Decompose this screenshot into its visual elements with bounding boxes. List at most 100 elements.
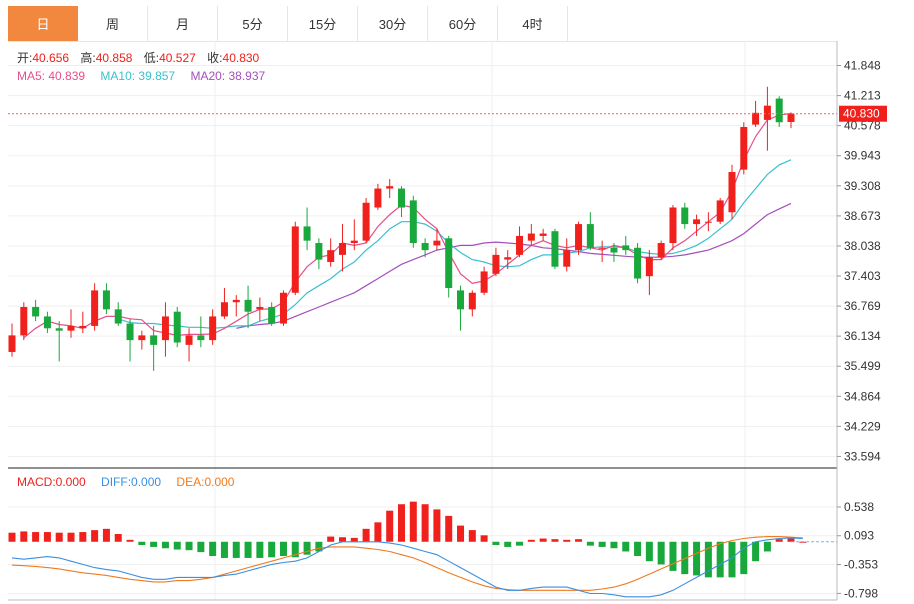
- candle: [398, 186, 405, 217]
- candle-body: [610, 247, 618, 253]
- candle: [338, 224, 346, 272]
- macd-y-tick-label: 0.093: [844, 529, 874, 543]
- macd-y-tick-label: -0.798: [844, 586, 878, 600]
- candle: [516, 226, 524, 258]
- candle: [634, 243, 642, 284]
- candle-body: [409, 200, 417, 244]
- candle: [185, 328, 193, 362]
- candle-body: [480, 271, 488, 293]
- price-chart[interactable]: 41.84841.21340.57839.94339.30838.67338.0…: [0, 0, 914, 604]
- candle-body: [787, 113, 795, 122]
- macd-bar: [716, 541, 724, 578]
- candle: [622, 235, 630, 255]
- candle-body: [586, 224, 594, 248]
- macd-bar: [43, 532, 51, 542]
- macd-bar: [114, 534, 122, 542]
- y-tick-label: 37.403: [844, 269, 881, 283]
- candle-body: [315, 243, 323, 260]
- candle-body: [91, 290, 99, 326]
- y-tick-label: 38.038: [844, 239, 881, 253]
- candle-body: [173, 311, 181, 343]
- y-tick-label: 39.943: [844, 149, 881, 163]
- macd-bar: [586, 541, 594, 546]
- y-tick-label: 41.848: [844, 59, 881, 73]
- macd-bar: [374, 522, 382, 542]
- macd-y-tick-label: -0.353: [844, 558, 878, 572]
- y-tick-label: 36.769: [844, 299, 881, 313]
- macd-histogram: [8, 501, 837, 578]
- candle-body: [197, 335, 205, 341]
- candle-body: [350, 240, 358, 244]
- candle-body: [8, 335, 16, 352]
- candle: [374, 183, 382, 210]
- macd-bar: [516, 541, 524, 546]
- candle-body: [657, 243, 665, 258]
- candle: [173, 306, 181, 348]
- candle-body: [43, 316, 51, 329]
- candle: [563, 238, 571, 272]
- candle: [220, 288, 228, 319]
- candle-body: [445, 238, 453, 289]
- macd-bar: [209, 541, 217, 556]
- candle: [43, 311, 51, 334]
- candle: [740, 122, 748, 175]
- candle-body: [551, 231, 559, 267]
- candle: [386, 179, 394, 199]
- candle: [728, 164, 736, 220]
- candle-body: [161, 316, 169, 341]
- candle: [575, 221, 583, 255]
- candle-body: [468, 292, 476, 310]
- macd-bar: [338, 537, 346, 542]
- macd-bar: [492, 541, 500, 545]
- y-tick-label: 35.499: [844, 359, 881, 373]
- candle-body: [150, 335, 158, 345]
- candle-body: [291, 226, 299, 293]
- macd-bar: [551, 539, 559, 542]
- candle: [8, 323, 16, 357]
- macd-bar: [362, 528, 370, 542]
- candle: [468, 290, 476, 317]
- candle-body: [681, 207, 689, 225]
- macd-bar: [445, 515, 453, 542]
- candle-body: [598, 247, 606, 249]
- macd-bar: [268, 541, 276, 558]
- candle: [161, 302, 169, 357]
- macd-bar: [598, 541, 606, 547]
- macd-bar: [79, 532, 87, 542]
- macd-bar: [256, 541, 264, 558]
- candle: [138, 330, 146, 350]
- candle: [327, 238, 335, 267]
- candle-body: [504, 257, 512, 260]
- macd-bar: [539, 538, 547, 542]
- macd-bar: [563, 539, 571, 542]
- candle: [362, 198, 370, 244]
- candle: [586, 212, 594, 251]
- candle: [527, 224, 535, 246]
- macd-bar: [126, 539, 134, 542]
- candle: [433, 228, 441, 251]
- candle-body: [232, 299, 240, 303]
- candle-body: [575, 224, 583, 251]
- candle-body: [433, 240, 441, 246]
- candle-body: [102, 290, 110, 310]
- macd-bar: [244, 541, 252, 558]
- macd-bar: [504, 541, 512, 547]
- candle: [291, 221, 299, 296]
- macd-bar: [693, 541, 701, 576]
- candle-body: [32, 306, 40, 317]
- candle-body: [338, 243, 346, 255]
- candle: [480, 266, 488, 296]
- candle-body: [327, 250, 335, 262]
- macd-bar: [32, 532, 40, 542]
- candle-body: [374, 188, 382, 208]
- candle-body: [457, 290, 465, 310]
- candle: [704, 212, 712, 232]
- macd-bar: [657, 541, 665, 565]
- candle: [409, 195, 417, 248]
- candle: [716, 198, 724, 225]
- candle-body: [775, 98, 783, 123]
- ma10-line: [118, 159, 792, 329]
- macd-bar: [20, 531, 28, 542]
- macd-bar: [138, 541, 146, 545]
- candle: [775, 96, 783, 127]
